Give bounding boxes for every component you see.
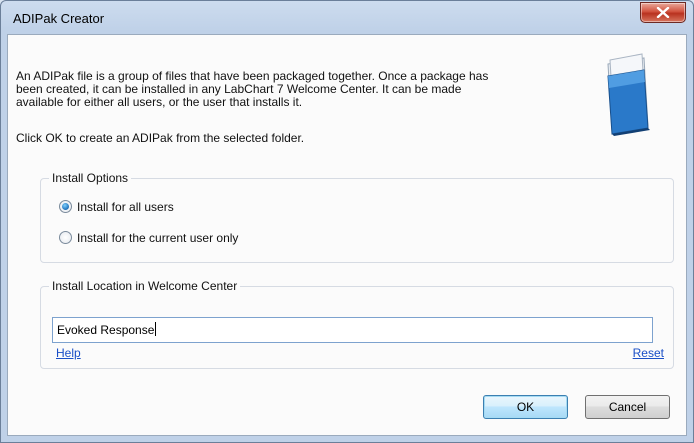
title-bar[interactable]: ADIPak Creator — [1, 1, 693, 33]
radio-current-user[interactable]: Install for the current user only — [59, 231, 238, 245]
cancel-button[interactable]: Cancel — [585, 395, 670, 419]
install-options-label: Install Options — [49, 171, 132, 185]
install-location-input[interactable]: Evoked Response — [52, 317, 653, 343]
radio-label: Install for the current user only — [77, 231, 239, 245]
dialog-window: ADIPak Creator An ADIPak file is a group… — [0, 0, 694, 443]
radio-label: Install for all users — [77, 200, 174, 214]
radio-button-checked[interactable] — [59, 200, 72, 213]
install-options-group: Install Options Install for all users In… — [40, 171, 674, 263]
instruction-text: Click OK to create an ADIPak from the se… — [16, 131, 305, 145]
close-button[interactable] — [640, 2, 686, 23]
description-text: An ADIPak file is a group of files that … — [16, 70, 576, 109]
text-caret — [155, 322, 157, 336]
package-icon — [607, 53, 650, 136]
window-title: ADIPak Creator — [13, 11, 105, 26]
description-line: available for either all users, or the u… — [16, 95, 303, 109]
install-location-group: Install Location in Welcome Center Evoke… — [40, 279, 674, 369]
close-icon — [656, 7, 670, 18]
ok-button[interactable]: OK — [483, 395, 568, 419]
help-link[interactable]: Help — [56, 346, 81, 360]
dialog-content: An ADIPak file is a group of files that … — [7, 34, 687, 436]
install-location-label: Install Location in Welcome Center — [49, 279, 241, 293]
radio-all-users[interactable]: Install for all users — [59, 200, 174, 214]
radio-button[interactable] — [59, 231, 72, 244]
input-value: Evoked Response — [57, 323, 155, 337]
reset-link[interactable]: Reset — [633, 346, 664, 360]
